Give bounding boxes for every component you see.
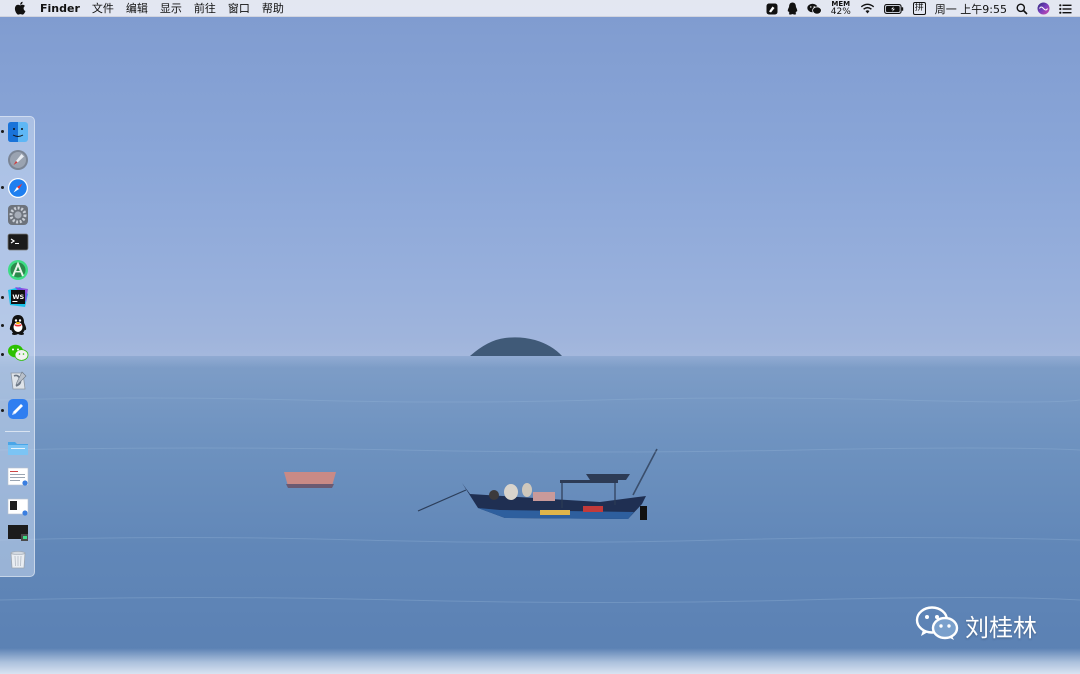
trash-icon[interactable] [6,547,30,571]
wechat-logo-icon [915,605,959,645]
menu-window[interactable]: 窗口 [228,0,250,17]
input-method-icon[interactable]: 拼 [912,0,926,17]
dock: WS [0,116,35,577]
small-boat [284,472,336,488]
qq-icon[interactable] [6,313,30,337]
running-indicator [1,186,4,189]
menubar-clock[interactable]: 周一 上午9:55 [935,1,1007,17]
safari-icon[interactable] [6,176,30,200]
feishu-icon[interactable] [6,397,30,421]
android-studio-icon[interactable] [6,258,30,282]
running-indicator [1,409,4,412]
webstorm-icon[interactable]: WS [6,285,30,309]
dock-separator [5,431,30,432]
wechat-status-icon[interactable] [807,0,822,17]
memory-monitor-icon[interactable]: MEM 42% [831,0,851,17]
running-indicator [1,296,4,299]
watermark: 刘桂林 [915,606,1037,644]
notes-app-icon[interactable] [766,0,778,17]
wechat-icon[interactable] [6,341,30,365]
menu-edit[interactable]: 编辑 [126,0,148,17]
watermark-text: 刘桂林 [965,613,1037,642]
notification-center-icon[interactable] [1059,0,1072,17]
document-stack-icon[interactable] [6,465,30,489]
menu-file[interactable]: 文件 [92,0,114,17]
input-method-label: 拼 [912,2,926,15]
apple-icon[interactable] [10,1,30,15]
island [470,337,562,356]
qq-status-icon[interactable] [787,0,798,17]
spotlight-search-icon[interactable] [1016,0,1028,17]
battery-icon[interactable] [883,0,904,17]
svg-text:WS: WS [12,293,24,301]
running-indicator [1,353,4,356]
wallpaper-scene [0,337,1080,603]
app-menu-finder[interactable]: Finder [40,0,80,17]
system-preferences-icon[interactable] [6,203,30,227]
menu-view[interactable]: 显示 [160,0,182,17]
siri-icon[interactable] [1037,0,1050,17]
folder-stack-icon[interactable] [6,435,30,459]
running-indicator [1,324,4,327]
menu-bar: Finder 文件 编辑 显示 前往 窗口 帮助 MEM 42% 拼 周一 上午… [0,0,1080,17]
running-indicator [1,130,4,133]
screenshot-stack-icon[interactable] [6,495,30,519]
terminal-icon[interactable] [6,230,30,254]
menu-go[interactable]: 前往 [194,0,216,17]
desktop-wallpaper [0,0,1080,674]
menu-help[interactable]: 帮助 [262,0,284,17]
script-editor-icon[interactable] [6,369,30,393]
finder-icon[interactable] [6,120,30,144]
launchpad-icon[interactable] [6,148,30,172]
wifi-icon[interactable] [860,0,875,17]
downloads-stack-icon[interactable] [6,521,30,545]
status-area: MEM 42% 拼 周一 上午9:55 [766,0,1072,17]
fishing-boat [417,448,658,520]
shore-foam [0,648,1080,674]
mem-value: 42% [830,6,851,17]
